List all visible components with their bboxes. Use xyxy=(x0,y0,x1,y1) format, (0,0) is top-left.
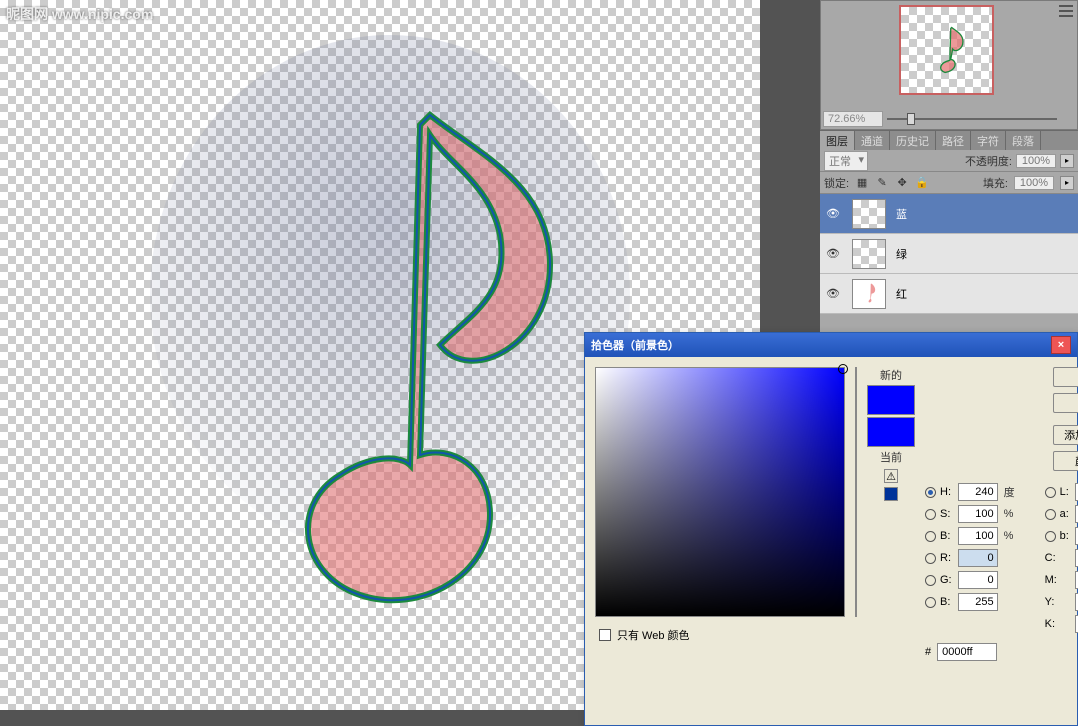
hex-row: # xyxy=(925,643,1078,661)
swatch-current[interactable] xyxy=(867,417,915,447)
layer-row[interactable]: 👁 红 xyxy=(820,274,1078,314)
navigator-zoom-slider[interactable] xyxy=(887,114,1057,124)
tab-history[interactable]: 历史记 xyxy=(890,131,936,150)
navigator-thumbnail[interactable] xyxy=(899,5,994,95)
radio-l[interactable] xyxy=(1045,487,1056,498)
eye-icon[interactable]: 👁 xyxy=(820,207,846,220)
field-g[interactable] xyxy=(958,571,998,589)
navigator-panel: 72.66% xyxy=(820,0,1078,130)
hue-slider[interactable] xyxy=(855,367,857,617)
radio-bb[interactable] xyxy=(925,597,936,608)
lock-label: 锁定: xyxy=(824,175,849,191)
layer-thumbnail[interactable] xyxy=(852,279,886,309)
saturation-value-field[interactable] xyxy=(595,367,845,617)
field-s[interactable] xyxy=(958,505,998,523)
lock-all-icon[interactable]: 🔒 xyxy=(915,176,929,190)
layer-name[interactable]: 绿 xyxy=(892,246,1078,262)
swatch-new-label: 新的 xyxy=(880,367,902,383)
radio-s[interactable] xyxy=(925,509,936,520)
color-libs-button[interactable]: 颜色库 xyxy=(1053,451,1078,471)
navigator-zoom-field[interactable]: 72.66% xyxy=(823,111,883,127)
layer-thumbnail[interactable] xyxy=(852,239,886,269)
web-only-checkbox[interactable] xyxy=(599,629,611,641)
opacity-label: 不透明度: xyxy=(965,153,1012,169)
dialog-title: 拾色器（前景色） xyxy=(591,337,679,353)
web-only-label: 只有 Web 颜色 xyxy=(617,627,690,643)
radio-r[interactable] xyxy=(925,553,936,564)
opacity-field[interactable]: 100% xyxy=(1016,154,1056,168)
color-picker-dialog: 拾色器（前景色） × 只有 Web 颜色 新的 当前 ⚠ 确定 xyxy=(584,332,1078,726)
tab-para[interactable]: 段落 xyxy=(1006,131,1041,150)
tab-layers[interactable]: 图层 xyxy=(820,131,855,150)
picker-cursor-icon[interactable] xyxy=(838,364,848,374)
swatch-cur-label: 当前 xyxy=(880,449,902,465)
eye-icon[interactable]: 👁 xyxy=(820,287,846,300)
music-note-artwork xyxy=(120,35,640,675)
hex-prefix: # xyxy=(925,646,931,658)
navigator-artwork-icon xyxy=(922,20,972,80)
tab-channels[interactable]: 通道 xyxy=(855,131,890,150)
radio-h[interactable] xyxy=(925,487,936,498)
picker-right-column: 确定 复位 添加到色板 颜色库 H: 度 L: S: % a: B: xyxy=(925,367,1078,715)
blend-mode-select[interactable]: 正常 xyxy=(824,151,868,171)
layers-list: 👁 蓝 👁 绿 👁 红 xyxy=(820,194,1078,314)
layer-thumbnail[interactable] xyxy=(852,199,886,229)
radio-g[interactable] xyxy=(925,575,936,586)
layer-name[interactable]: 红 xyxy=(892,286,1078,302)
layer-row[interactable]: 👁 绿 xyxy=(820,234,1078,274)
opacity-flyout-icon[interactable]: ▸ xyxy=(1060,154,1074,168)
panel-tabbar: 图层 通道 历史记 路径 字符 段落 xyxy=(820,130,1078,150)
close-icon[interactable]: × xyxy=(1051,336,1071,354)
panel-menu-icon[interactable] xyxy=(1059,5,1073,17)
lock-row: 锁定: ▦ ✎ ✥ 🔒 填充: 100% ▸ xyxy=(820,172,1078,194)
fill-flyout-icon[interactable]: ▸ xyxy=(1060,176,1074,190)
lock-trans-icon[interactable]: ▦ xyxy=(855,176,869,190)
gamut-warning-icon[interactable]: ⚠ xyxy=(884,469,898,483)
layer-row[interactable]: 👁 蓝 xyxy=(820,194,1078,234)
swatch-column: 新的 当前 ⚠ xyxy=(867,367,915,715)
field-r[interactable] xyxy=(958,549,998,567)
dialog-titlebar[interactable]: 拾色器（前景色） × xyxy=(585,333,1077,357)
field-bv[interactable] xyxy=(958,527,998,545)
lock-position-icon[interactable]: ✥ xyxy=(895,176,909,190)
color-values-grid: H: 度 L: S: % a: B: % b: xyxy=(925,483,1078,633)
radio-b[interactable] xyxy=(1045,531,1056,542)
blend-opacity-row: 正常 不透明度: 100% ▸ xyxy=(820,150,1078,172)
hex-field[interactable] xyxy=(937,643,997,661)
field-bb[interactable] xyxy=(958,593,998,611)
ok-button[interactable]: 确定 xyxy=(1053,367,1078,387)
tab-char[interactable]: 字符 xyxy=(971,131,1006,150)
field-h[interactable] xyxy=(958,483,998,501)
add-swatch-button[interactable]: 添加到色板 xyxy=(1053,425,1078,445)
tab-paths[interactable]: 路径 xyxy=(936,131,971,150)
eye-icon[interactable]: 👁 xyxy=(820,247,846,260)
radio-a[interactable] xyxy=(1045,509,1056,520)
lock-pixels-icon[interactable]: ✎ xyxy=(875,176,889,190)
mini-swatch[interactable] xyxy=(884,487,898,501)
fill-label: 填充: xyxy=(983,175,1008,191)
fill-field[interactable]: 100% xyxy=(1014,176,1054,190)
reset-button[interactable]: 复位 xyxy=(1053,393,1078,413)
radio-bv[interactable] xyxy=(925,531,936,542)
layer-name[interactable]: 蓝 xyxy=(892,206,1078,222)
swatch-new[interactable] xyxy=(867,385,915,415)
